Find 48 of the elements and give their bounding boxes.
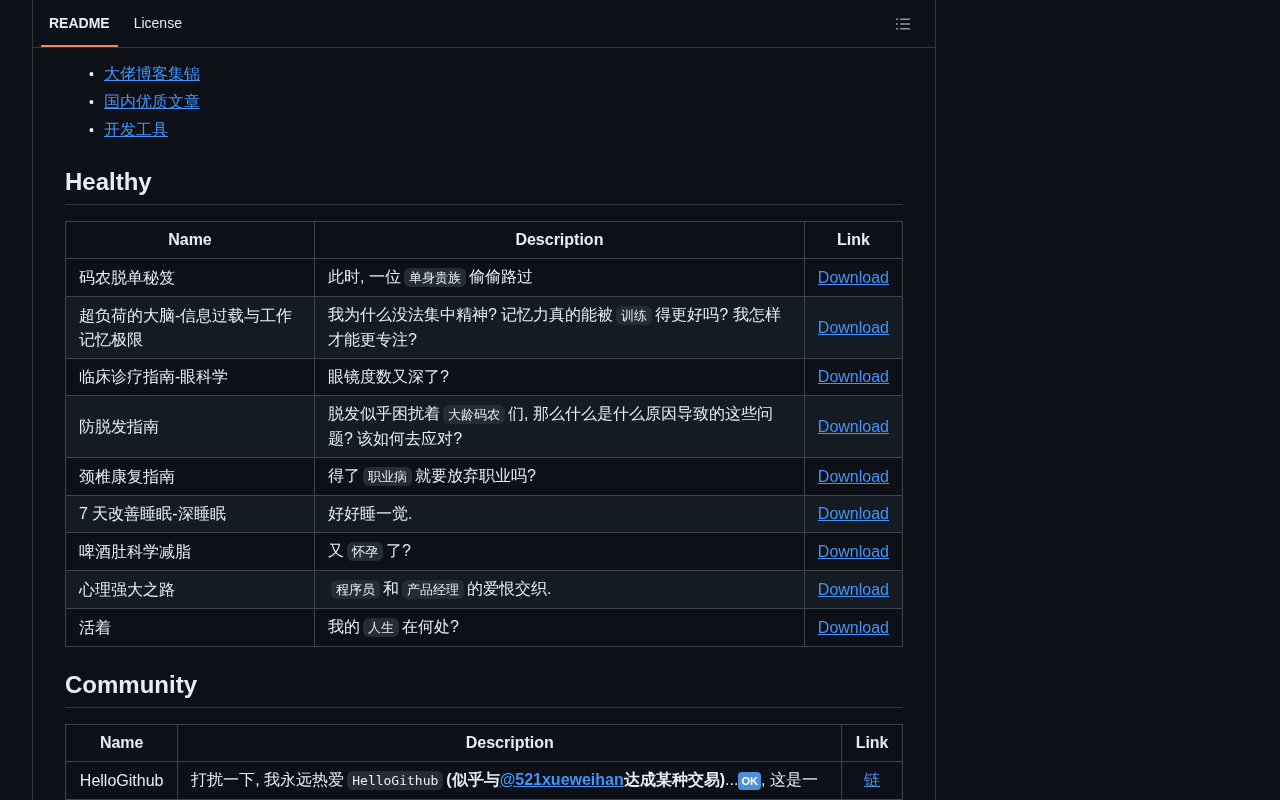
name-cell: HelloGithub <box>65 761 178 800</box>
inline-code: HelloGithub <box>347 771 444 790</box>
column-header: Name <box>65 724 178 762</box>
name-cell: 7 天改善睡眠-深睡眠 <box>65 495 315 533</box>
description-cell: 眼镜度数又深了? <box>314 358 805 396</box>
name-cell: 码农脱单秘笈 <box>65 258 315 297</box>
inline-code: 单身贵族 <box>403 268 466 287</box>
inline-code: 程序员 <box>330 580 380 599</box>
column-header: Link <box>804 221 903 259</box>
column-header: Link <box>841 724 903 762</box>
inline-code: 产品经理 <box>401 580 464 599</box>
inline-code: 职业病 <box>362 467 412 486</box>
description-cell: 得了 职业病 就要放弃职业吗? <box>314 457 805 496</box>
inline-code: 训练 <box>616 306 653 325</box>
description-cell: 程序员 和 产品经理 的爱恨交织. <box>314 570 805 609</box>
description-cell: 脱发似乎困扰着 大龄码农 们, 那么什么是什么原因导致的这些问题? 该如何去应对? <box>314 395 805 458</box>
description-cell: 此时, 一位 单身贵族 偷偷路过 <box>314 258 805 297</box>
description-cell: 打扰一下, 我永远热爱 HelloGithub (似乎与@521xueweihan达成某种交易)... OK , 这是一 <box>177 761 842 800</box>
toc-link[interactable]: 大佬博客集锦 <box>103 60 200 88</box>
description-cell: 我为什么没法集中精神? 记忆力真的能被 训练 得更好吗? 我怎样才能更专注? <box>314 296 805 359</box>
section-heading: Community <box>65 671 903 708</box>
column-header: Description <box>314 221 805 259</box>
column-header: Description <box>177 724 842 762</box>
name-cell: 活着 <box>65 608 315 647</box>
name-cell: 心理强大之路 <box>65 570 315 609</box>
name-cell: 超负荷的大脑-信息过载与工作记忆极限 <box>65 296 315 359</box>
ok-badge: OK <box>738 772 761 790</box>
toc-link[interactable]: 国内优质文章 <box>103 88 200 116</box>
name-cell: 颈椎康复指南 <box>65 457 315 496</box>
column-header: Name <box>65 221 315 259</box>
bullet: • <box>89 65 94 84</box>
description-cell: 好好睡一觉. <box>314 495 805 533</box>
name-cell: 临床诊疗指南-眼科学 <box>65 358 315 396</box>
tab[interactable]: README <box>41 0 118 47</box>
name-cell: 啤酒肚科学减脂 <box>65 532 315 571</box>
toc-link[interactable]: 开发工具 <box>103 116 168 144</box>
description-cell: 我的 人生 在何处? <box>314 608 805 647</box>
download-link[interactable]: 链 <box>864 771 881 788</box>
inline-code: 大龄码农 <box>442 405 505 424</box>
bullet: • <box>89 121 94 140</box>
inline-code: 人生 <box>362 618 399 637</box>
section-heading: Healthy <box>65 168 903 205</box>
bullet: • <box>89 93 94 112</box>
name-cell: 防脱发指南 <box>65 395 315 458</box>
inline-code: 怀孕 <box>346 542 383 561</box>
user-link[interactable]: @521xueweihan <box>499 771 624 788</box>
description-cell: 又 怀孕 了? <box>314 532 805 571</box>
tab[interactable]: License <box>125 0 190 47</box>
